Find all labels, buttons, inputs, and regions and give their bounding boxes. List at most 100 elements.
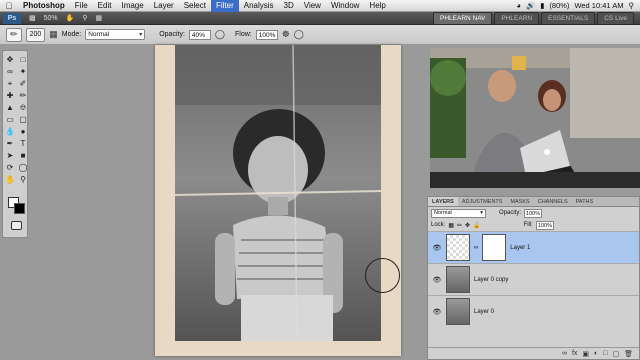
quick-select-tool-icon[interactable]: ✦	[17, 66, 29, 77]
spotlight-icon[interactable]: ⚲	[629, 1, 635, 10]
opacity-label: Opacity:	[159, 31, 185, 38]
opacity-field[interactable]: 40%	[188, 29, 211, 40]
visibility-eye-icon[interactable]: 👁	[432, 308, 442, 316]
blend-mode-value: Normal	[434, 210, 452, 216]
add-mask-icon[interactable]: ▣	[582, 350, 589, 358]
menu-layer[interactable]: Layer	[149, 0, 179, 12]
workspace-phlearn-nav[interactable]: PHLEARN NAV	[433, 11, 493, 25]
eraser-tool-icon[interactable]: ▭	[4, 114, 16, 125]
lock-all-icon[interactable]: 🔒	[473, 222, 480, 229]
layer-row[interactable]: 👁 Layer 0 copy	[428, 263, 639, 295]
zoom-level[interactable]: 50%	[44, 15, 58, 22]
menu-view[interactable]: View	[299, 0, 326, 12]
layer-opacity-label: Opacity:	[499, 210, 522, 216]
layer-mask-thumbnail[interactable]	[482, 234, 507, 261]
menu-help[interactable]: Help	[364, 0, 390, 12]
apple-menu-icon[interactable]: 	[0, 1, 18, 11]
flow-field[interactable]: 100%	[255, 29, 278, 40]
new-group-icon[interactable]: □	[603, 350, 607, 357]
brush-icon: ✏	[10, 29, 18, 39]
clock[interactable]: Wed 10:41 AM	[574, 1, 623, 10]
lock-transparency-icon[interactable]: ▦	[448, 222, 454, 229]
tab-layers[interactable]: LAYERS	[428, 197, 458, 206]
lock-pixels-icon[interactable]: ✏	[457, 222, 462, 229]
tab-paths[interactable]: PATHS	[572, 197, 598, 206]
shape-tool-icon[interactable]: ■	[17, 150, 29, 161]
zoom-icon[interactable]: ⚲	[82, 14, 87, 22]
link-layers-icon[interactable]: ∞	[562, 350, 567, 357]
3d-rotate-tool-icon[interactable]: ⟳	[4, 162, 16, 173]
gradient-tool-icon[interactable]: ▢	[17, 114, 29, 125]
menu-3d[interactable]: 3D	[279, 0, 299, 12]
brush-size-picker[interactable]: 200	[25, 27, 46, 42]
tools-palette: ✥ □ ∞ ✦ ⌖ ✐ ✚ ✏ ▲ ⎊ ▭ ▢ 💧 ● ✒ T ➤ ■ ⟳ ◯ …	[2, 50, 28, 238]
tool-preset-picker[interactable]: ✏	[6, 27, 22, 42]
hand-icon[interactable]: ✋	[66, 14, 75, 22]
tab-masks[interactable]: MASKS	[506, 197, 533, 206]
cs-live-button[interactable]: CS Live	[597, 11, 634, 25]
workspace-phlearn[interactable]: PHLEARN	[494, 11, 540, 25]
menu-app-photoshop[interactable]: Photoshop	[18, 0, 70, 12]
volume-icon[interactable]: 🔊	[526, 1, 535, 10]
mode-select[interactable]: Normal ▾	[85, 29, 146, 40]
layer-name[interactable]: Layer 1	[510, 245, 530, 251]
airbrush-icon[interactable]: ☸	[282, 29, 290, 40]
fill-field[interactable]: 100%	[535, 220, 554, 230]
layer-style-icon[interactable]: fx	[572, 350, 577, 357]
quick-mask-icon[interactable]	[11, 221, 22, 230]
3d-orbit-tool-icon[interactable]: ◯	[17, 162, 29, 173]
vintage-photo-of-child[interactable]	[175, 45, 381, 341]
workspace-essentials[interactable]: ESSENTIALS	[541, 11, 596, 25]
layer-name[interactable]: Layer 0	[474, 309, 494, 315]
pen-tool-icon[interactable]: ✒	[4, 138, 16, 149]
brush-panel-icon[interactable]: ▦	[49, 29, 58, 40]
layer-row[interactable]: 👁 Layer 0	[428, 295, 639, 327]
menu-analysis[interactable]: Analysis	[239, 0, 279, 12]
background-color-swatch[interactable]	[14, 203, 25, 214]
healing-tool-icon[interactable]: ✚	[4, 90, 16, 101]
type-tool-icon[interactable]: T	[17, 138, 29, 149]
wifi-icon[interactable]: ◕	[516, 1, 521, 10]
blur-tool-icon[interactable]: 💧	[4, 126, 16, 137]
new-layer-icon[interactable]: ▢	[612, 350, 619, 358]
dodge-tool-icon[interactable]: ●	[17, 126, 29, 137]
layer-name[interactable]: Layer 0 copy	[474, 277, 508, 283]
mac-menubar:  Photoshop File Edit Image Layer Select…	[0, 0, 640, 12]
pressure-size-icon[interactable]: ◯	[294, 29, 304, 40]
menu-file[interactable]: File	[70, 0, 93, 12]
move-tool-icon[interactable]: ✥	[4, 54, 16, 65]
link-icon[interactable]: ∞	[474, 245, 478, 251]
history-brush-tool-icon[interactable]: ⎊	[17, 102, 29, 113]
layer-row[interactable]: 👁 ∞ Layer 1	[428, 231, 639, 263]
tab-adjustments[interactable]: ADJUSTMENTS	[458, 197, 507, 206]
trash-icon[interactable]: 🗑	[624, 350, 633, 358]
mode-value: Normal	[88, 31, 110, 38]
brush-tool-icon[interactable]: ✏	[17, 90, 29, 101]
crop-tool-icon[interactable]: ⌖	[4, 78, 16, 89]
pressure-opacity-icon[interactable]: ◯	[215, 29, 225, 40]
marquee-tool-icon[interactable]: □	[17, 54, 29, 65]
zoom-tool-icon[interactable]: ⚲	[17, 174, 29, 185]
tab-channels[interactable]: CHANNELS	[534, 197, 572, 206]
blend-mode-select[interactable]: Normal ▾	[431, 208, 486, 218]
fill-label: Fill:	[523, 222, 533, 228]
lasso-tool-icon[interactable]: ∞	[4, 66, 16, 77]
menu-filter[interactable]: Filter	[210, 0, 239, 12]
arrange-icon[interactable]: ▦	[96, 14, 103, 22]
visibility-eye-icon[interactable]: 👁	[432, 276, 442, 284]
path-select-tool-icon[interactable]: ➤	[4, 150, 16, 161]
clone-stamp-tool-icon[interactable]: ▲	[4, 102, 16, 113]
visibility-eye-icon[interactable]: 👁	[432, 244, 442, 252]
menu-window[interactable]: Window	[326, 0, 364, 12]
lock-row: Lock: ▦ ✏ ✥ 🔒 Fill: 100%	[428, 219, 639, 231]
menu-select[interactable]: Select	[179, 0, 211, 12]
battery-icon[interactable]: ▮	[540, 1, 544, 10]
lock-position-icon[interactable]: ✥	[465, 222, 470, 229]
adjustment-layer-icon[interactable]: ◐	[594, 350, 598, 357]
eyedropper-tool-icon[interactable]: ✐	[17, 78, 29, 89]
hand-tool-icon[interactable]: ✋	[4, 174, 16, 185]
bridge-icon[interactable]: ▩	[29, 14, 36, 22]
layer-opacity-field[interactable]: 100%	[524, 208, 543, 218]
menu-image[interactable]: Image	[116, 0, 148, 12]
menu-edit[interactable]: Edit	[93, 0, 117, 12]
